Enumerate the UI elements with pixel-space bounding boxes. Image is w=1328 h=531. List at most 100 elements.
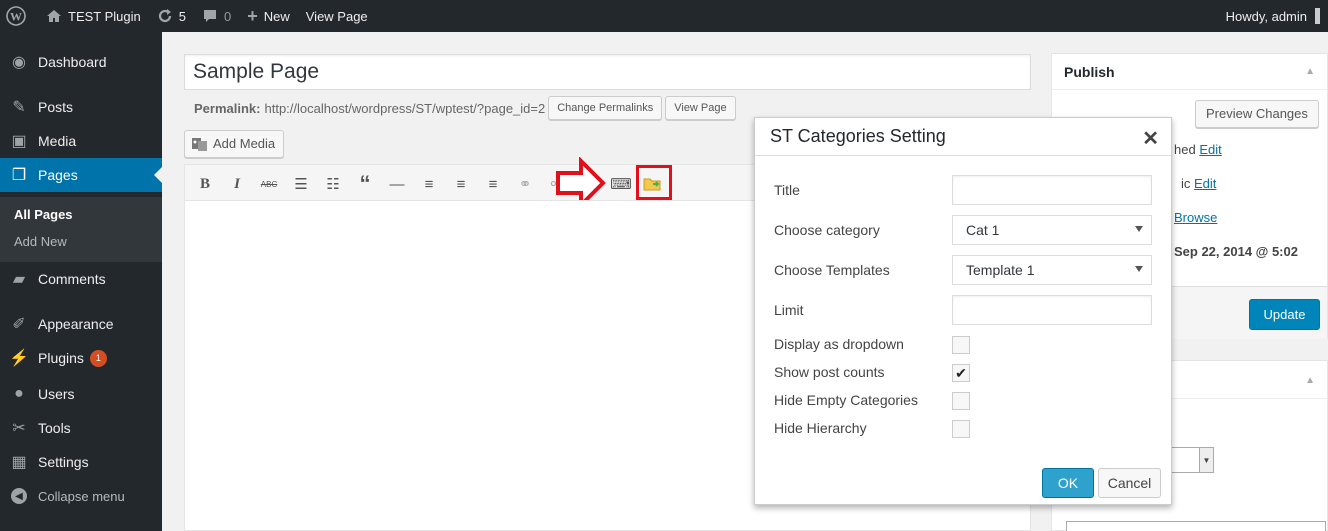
checkmark-icon: ✔ bbox=[955, 364, 967, 381]
publish-header[interactable]: Publish ▲ bbox=[1052, 54, 1327, 90]
template-select[interactable]: ▼ bbox=[1170, 447, 1214, 473]
dashboard-icon: ◉ bbox=[12, 54, 26, 71]
updates-count: 5 bbox=[178, 8, 186, 24]
my-account-link[interactable]: Howdy, admin bbox=[1226, 0, 1320, 32]
plugins-update-badge: 1 bbox=[89, 349, 107, 367]
sidebar-item-label: Media bbox=[38, 133, 77, 149]
collapse-arrow-icon: ◀ bbox=[0, 488, 38, 504]
templates-select[interactable]: Template 1 bbox=[952, 255, 1152, 285]
plus-icon: + bbox=[247, 5, 258, 26]
submenu-add-new[interactable]: Add New bbox=[14, 234, 67, 249]
keyboard-icon[interactable]: ⌨ bbox=[610, 174, 632, 194]
sidebar-item-tools[interactable]: ✂ Tools bbox=[0, 411, 162, 445]
align-right-icon[interactable]: ≡ bbox=[482, 174, 504, 194]
sidebar-item-label: Comments bbox=[38, 271, 106, 287]
align-center-icon[interactable]: ≡ bbox=[450, 174, 472, 194]
cancel-button[interactable]: Cancel bbox=[1098, 468, 1161, 498]
permalink-label: Permalink: bbox=[194, 100, 261, 116]
comments-count: 0 bbox=[223, 8, 232, 24]
sidebar-item-settings[interactable]: ▦ Settings bbox=[0, 445, 162, 479]
sidebar-item-pages[interactable]: ❐ Pages bbox=[0, 158, 162, 192]
horizontal-line-icon[interactable]: — bbox=[386, 174, 408, 194]
sidebar-item-label: Plugins bbox=[38, 350, 84, 366]
revisions-row: Browse bbox=[1174, 210, 1217, 225]
visibility-edit-link[interactable]: Edit bbox=[1194, 176, 1216, 191]
insert-link-icon[interactable]: ⚭ bbox=[514, 174, 536, 194]
templates-value: Template 1 bbox=[966, 262, 1035, 278]
category-value: Cat 1 bbox=[966, 222, 1000, 238]
new-content-link[interactable]: + New bbox=[239, 0, 298, 32]
strikethrough-icon[interactable]: ABC bbox=[258, 174, 280, 194]
sidebar-item-label: Appearance bbox=[38, 316, 114, 332]
hide-empty-checkbox[interactable] bbox=[952, 392, 970, 410]
media-icon bbox=[192, 138, 207, 151]
preview-changes-button[interactable]: Preview Changes bbox=[1195, 100, 1319, 128]
publish-title: Publish bbox=[1064, 63, 1115, 80]
align-left-icon[interactable]: ≡ bbox=[418, 174, 440, 194]
limit-input[interactable] bbox=[952, 295, 1152, 325]
wordpress-logo-icon[interactable]: W bbox=[0, 0, 38, 32]
ok-button[interactable]: OK bbox=[1042, 468, 1094, 498]
blockquote-icon[interactable]: “ bbox=[354, 171, 376, 196]
dialog-title: ST Categories Setting bbox=[770, 126, 946, 146]
category-label: Choose category bbox=[774, 222, 880, 238]
change-permalinks-button[interactable]: Change Permalinks bbox=[548, 96, 663, 120]
category-select[interactable]: Cat 1 bbox=[952, 215, 1152, 245]
site-name: TEST Plugin bbox=[68, 8, 141, 24]
sidebar-item-label: Dashboard bbox=[38, 54, 107, 70]
bullet-list-icon[interactable]: ☰ bbox=[290, 174, 312, 194]
status-row: hed Edit bbox=[1174, 142, 1222, 157]
sidebar-item-posts[interactable]: ✎ Posts bbox=[0, 90, 162, 124]
collapse-toggle-icon[interactable]: ▲ bbox=[1305, 66, 1315, 77]
show-post-counts-checkbox[interactable]: ✔ bbox=[952, 364, 970, 382]
sidebar-item-comments[interactable]: ▰ Comments bbox=[0, 262, 162, 296]
user-icon: ● bbox=[14, 385, 24, 402]
refresh-icon bbox=[158, 9, 171, 23]
admin-sidebar: ◉ Dashboard ✎ Posts ▣ Media ❐ Pages All … bbox=[0, 32, 162, 531]
title-input[interactable] bbox=[952, 175, 1152, 205]
permalink-row: Permalink: http://localhost/wordpress/ST… bbox=[194, 96, 736, 120]
bold-icon[interactable]: B bbox=[194, 174, 216, 194]
numbered-list-icon[interactable]: ☷ bbox=[322, 174, 344, 194]
display-dropdown-checkbox[interactable] bbox=[952, 336, 970, 354]
italic-icon[interactable]: I bbox=[226, 174, 248, 194]
hide-empty-label: Hide Empty Categories bbox=[774, 392, 918, 408]
settings-icon: ▦ bbox=[11, 454, 27, 471]
close-icon[interactable]: ✕ bbox=[1142, 126, 1159, 151]
comment-icon: ▰ bbox=[12, 271, 26, 288]
site-name-link[interactable]: TEST Plugin bbox=[38, 0, 149, 32]
sidebar-item-dashboard[interactable]: ◉ Dashboard bbox=[0, 45, 162, 79]
media-icon: ▣ bbox=[11, 133, 27, 150]
comments-link[interactable]: 0 bbox=[194, 0, 239, 32]
highlight-box bbox=[636, 165, 672, 200]
hide-hierarchy-label: Hide Hierarchy bbox=[774, 420, 867, 436]
update-button[interactable]: Update bbox=[1249, 299, 1320, 330]
sidebar-item-plugins[interactable]: ⚡ Plugins 1 bbox=[0, 341, 162, 375]
post-title-input[interactable] bbox=[184, 54, 1031, 90]
view-page-button[interactable]: View Page bbox=[665, 96, 736, 120]
sidebar-item-users[interactable]: ● Users bbox=[0, 377, 162, 411]
hide-hierarchy-checkbox[interactable] bbox=[952, 420, 970, 438]
st-categories-dialog: ST Categories Setting ✕ Title Choose cat… bbox=[754, 117, 1172, 505]
updates-link[interactable]: 5 bbox=[149, 0, 194, 32]
svg-text:W: W bbox=[10, 10, 22, 24]
sidebar-item-media[interactable]: ▣ Media bbox=[0, 124, 162, 158]
display-dropdown-label: Display as dropdown bbox=[774, 336, 904, 352]
sidebar-item-appearance[interactable]: ✐ Appearance bbox=[0, 307, 162, 341]
chevron-down-icon bbox=[1135, 226, 1143, 232]
status-edit-link[interactable]: Edit bbox=[1199, 142, 1221, 157]
view-page-label: View Page bbox=[305, 8, 368, 24]
submenu-all-pages[interactable]: All Pages bbox=[14, 207, 73, 222]
howdy-text: Howdy, admin bbox=[1225, 8, 1307, 24]
brush-icon: ✐ bbox=[12, 316, 26, 333]
view-page-link[interactable]: View Page bbox=[298, 0, 376, 32]
title-label: Title bbox=[774, 182, 800, 198]
chevron-down-icon bbox=[1135, 266, 1143, 272]
add-media-button[interactable]: Add Media bbox=[184, 130, 285, 158]
collapse-toggle-icon[interactable]: ▲ bbox=[1305, 375, 1315, 386]
published-date: Sep 22, 2014 @ 5:02 bbox=[1174, 244, 1298, 259]
permalink-url[interactable]: http://localhost/wordpress/ST/wptest/?pa… bbox=[264, 101, 545, 116]
revisions-browse-link[interactable]: Browse bbox=[1174, 210, 1217, 225]
parent-select[interactable] bbox=[1066, 521, 1326, 531]
collapse-menu-button[interactable]: ◀ Collapse menu bbox=[0, 481, 162, 511]
